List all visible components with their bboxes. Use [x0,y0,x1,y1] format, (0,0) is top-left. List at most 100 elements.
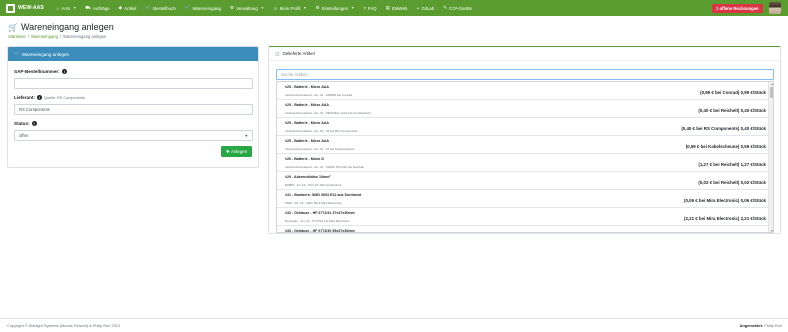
nav-item-label: GitLab [421,5,435,11]
article-price: (2,21 € bei Mira Electronic) 2,21 €/Stüc… [684,216,766,221]
article-subtitle: SMD - Art.-Nr.: 4361 50x1 Mira Electroni… [285,200,342,205]
nav-item-label: Bestellbuch [153,5,176,11]
chevron-down-icon: ▼ [244,134,248,138]
supplier-label-text: Lieferant: [14,95,35,100]
nav-item-emweb[interactable]: ▤ EMWeb [381,5,412,11]
avatar[interactable] [769,2,781,14]
nav-item-co²-geräte[interactable]: ✎ CO²-Geräte [439,5,477,11]
open-invoices-badge[interactable]: 1 offene Rechnungen [712,4,763,13]
status-select[interactable]: offen ▼ [14,130,253,141]
nav-item-label: Wareneingang [192,5,221,11]
nav-item-label: AAS [61,5,71,11]
breadcrumb-wareneingang[interactable]: Wareneingang [31,34,58,39]
scroll-down-icon[interactable]: ▼ [769,229,774,232]
article-option[interactable]: #25 - Batterie - Micro AAA Verbrauchsmate… [277,118,768,136]
article-option[interactable]: #25 - Batterie - Micro AAA Verbrauchsmate… [277,136,768,154]
truck-icon: ⛟ [85,4,92,10]
gear-icon: ⚙ [315,5,320,10]
form-card-header: 🛒 Wareneingang anlegen [8,47,258,61]
nav-item-artikel[interactable]: ◆ Artikel [114,5,141,11]
article-search-input[interactable]: Suche Artikel... [276,69,774,80]
article-subtitle: Rest/sale - Art.-Nr.: 6772/31 bei Mira E… [285,218,350,223]
article-subtitle: Verbrauchsmaterial - Art.-Nr.: 33 bei RS… [285,128,358,133]
article-price: (0,06 € bei Mira Electronic) 0,06 €/Stüc… [684,198,766,203]
article-price: (0,02 € bei Reichelt) 0,02 €/Stück [698,180,766,185]
articles-card-header: 🛒 Gelieferte Artikel [269,47,780,61]
form-card-title: Wareneingang anlegen [21,51,70,57]
nav-item-aufträge[interactable]: ⛟ Aufträge [81,5,114,12]
supplier-label: Lieferant: i Quelle: RS Components [14,95,85,100]
caret-down-icon: ▼ [260,6,264,10]
scroll-up-icon[interactable]: ▲ [769,82,774,86]
cart-icon: 🛒 [8,22,18,32]
info-icon[interactable]: i [31,121,37,126]
article-title: #26 - Batterie - Mono D [285,157,324,161]
brand-name: WEW-AAS [18,5,44,11]
dropdown-scrollbar[interactable]: ▲ ▼ [768,82,774,232]
question-icon: ? [363,5,366,11]
article-title: #33 - Gehäuse - HF 6773/30 55x37x30mm [285,229,355,233]
article-title: #31 - Bumbers: SMD 0603 E12 aus Sortimen… [285,193,362,197]
cart-icon: 🛒 [145,5,152,10]
cart-icon: 🛒 [275,50,281,56]
article-option[interactable]: #26 - Batterie - Mono D Verbrauchsmateria… [277,154,768,172]
breadcrumb-current: Wareneingang anlegen [63,34,107,39]
create-button[interactable]: ✚ Anlegen [221,146,252,157]
supplier-input[interactable]: RS Components [14,104,253,115]
brand[interactable]: WEW-AAS [0,3,52,13]
breadcrumb-separator: / [59,34,62,39]
status-label-text: Status: [14,121,30,126]
logged-in-label: Angemeldet: [739,323,764,328]
logged-in-user: Philip Ruh [764,323,782,328]
nav-item-label: FAQ [367,5,377,11]
article-search-placeholder: Suche Artikel... [281,72,311,77]
nav-item-bestellbuch[interactable]: 🛒 Bestellbuch [141,5,180,11]
articles-card-title: Gelieferte Artikel [282,51,315,56]
scrollbar-thumb[interactable] [770,87,773,98]
nav-item-verwaltung[interactable]: ⚙ Verwaltung ▼ [225,5,268,11]
nav-menu: ⌂ AAS ▼ ⛟ Aufträge ◆ Artikel 🛒 Bestellbuch 🛒 Waren… [52,5,476,12]
nav-item-wareneingang[interactable]: 🛒 Wareneingang [180,5,225,11]
tag-icon: ◆ [118,5,123,10]
nav-item-gitlab[interactable]: ⑂ GitLab [412,6,439,11]
cart-icon: 🛒 [14,51,20,56]
create-button-label: Anlegen [231,149,248,154]
nav-item-mein-profil[interactable]: ☺ Mein Profil ▼ [268,6,311,11]
nav-item-label: CO²-Geräte [449,5,472,11]
gear-icon: ⚙ [229,5,235,10]
nav-item-label: Einstellungen [321,5,349,11]
article-title: #25 - Batterie - Micro AAA [285,121,330,125]
info-icon[interactable]: i [36,95,42,100]
article-price: (0,40 € bei RS Components) 0,40 €/Stück [681,126,766,131]
article-option[interactable]: #31 - Bumbers: SMD 0603 E12 aus Sortimen… [277,190,768,208]
breadcrumb: Startseite / Wareneingang / Wareneingang… [8,34,106,39]
page-title-text: Wareneingang anlegen [20,22,114,32]
nav-item-einstellungen[interactable]: ⚙ Einstellungen ▼ [311,5,359,11]
sap-number-label-text: SAP-Bestellnummer: [14,69,60,74]
nav-item-faq[interactable]: ? FAQ [359,6,381,11]
breadcrumb-home[interactable]: Startseite [8,34,26,39]
article-price: (0,59 € bei Kabelscheune) 0,59 €/Stück [685,144,766,149]
breadcrumb-separator: / [27,34,29,39]
footer-copyright: Copyright © Warlight Systems (Marius Rei… [7,323,121,328]
info-icon[interactable]: i [61,69,67,74]
delivered-articles-card: 🛒 Gelieferte Artikel Suche Artikel... #3… [268,46,781,234]
sap-number-label: SAP-Bestellnummer: i [14,69,67,74]
article-option[interactable]: #25 - Batterie - Micro AAA Verbrauchsmate… [277,82,768,100]
supplier-value: RS Components [19,107,50,112]
article-title: #25 - Batterie - Micro AAA [285,103,330,107]
nav-item-aas[interactable]: ⌂ AAS ▼ [52,6,81,11]
article-option[interactable]: #33 - Gehäuse - HF 6773/30 55x37x30mm [277,226,768,233]
status-label: Status: i [14,121,37,126]
article-dropdown-list: #33 - Gehäuse - HF 6773/30 55x37x30mm #32… [276,81,774,233]
home-icon: ⌂ [56,5,60,11]
supplier-hint: Quelle: RS Components [43,95,85,100]
article-subtitle: Verbrauchsmaterial - Art.-Nr.: CMAN HO-D… [285,164,365,169]
sap-number-input[interactable] [14,78,253,89]
article-title: #29 - Aderendhülse 10mm² [285,175,331,179]
nav-item-label: Aufträge [93,5,110,11]
article-option[interactable]: #25 - Batterie - Micro AAA Verbrauchsmate… [277,100,768,118]
page-title: 🛒 Wareneingang anlegen [8,22,114,32]
article-option[interactable]: #32 - Gehäuse - HF 6772/31 37x37x30mm Res… [277,208,768,226]
article-option[interactable]: #29 - Aderendhülse 10mm² EMBH - Art.-Nr.:… [277,172,768,190]
